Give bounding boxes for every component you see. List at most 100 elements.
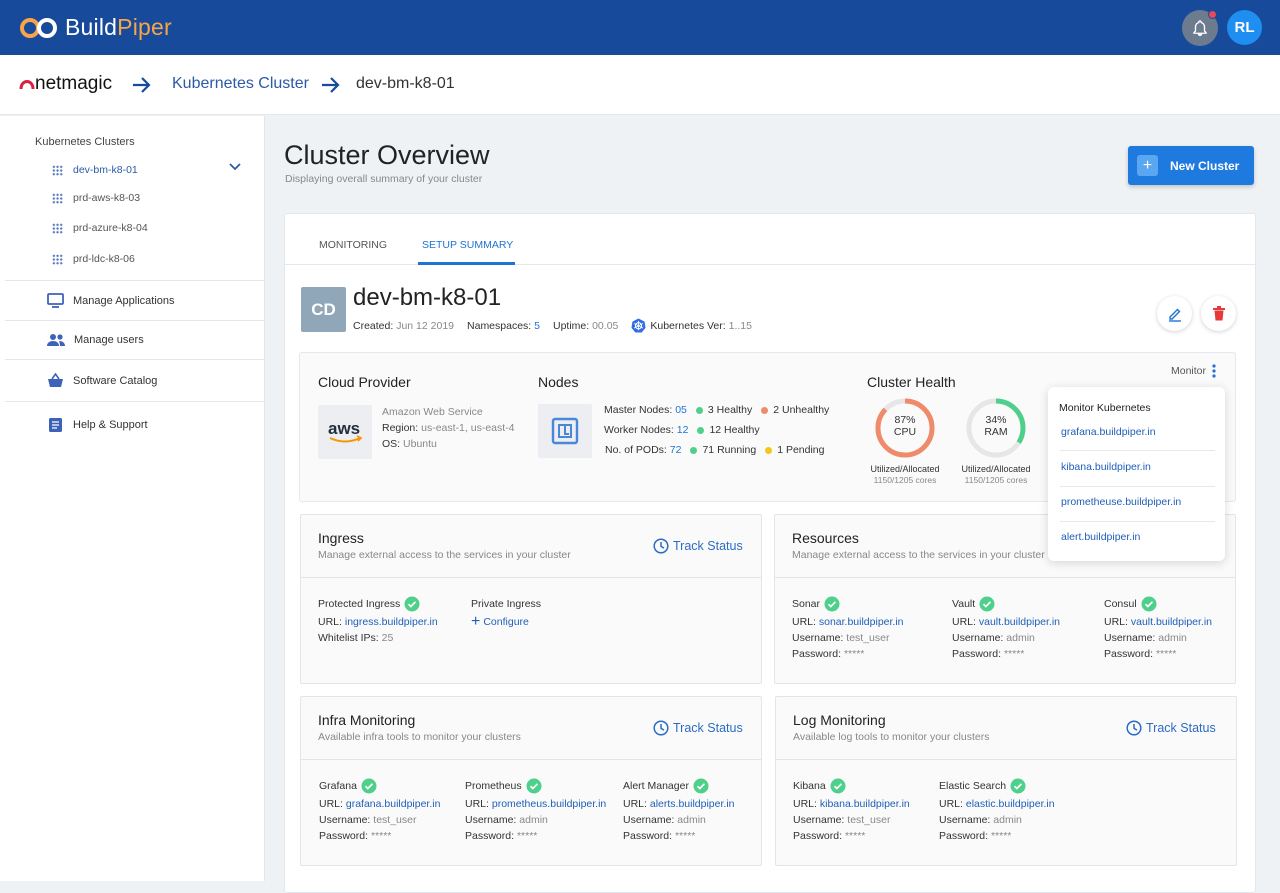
password-value: ***** bbox=[516, 830, 538, 842]
private-ingress: Private Ingress + Configure bbox=[471, 596, 541, 630]
log-track-status-link[interactable]: Track Status bbox=[1126, 720, 1216, 736]
password-value: ***** bbox=[1155, 648, 1177, 660]
resources-title: Resources bbox=[792, 530, 859, 546]
password-label: Password: bbox=[319, 830, 369, 842]
sidebar-cluster-dev-bm-k8-01[interactable]: dev-bm-k8-01 bbox=[52, 164, 138, 176]
sidebar-heading: Kubernetes Clusters bbox=[35, 136, 135, 148]
cpu-percent: 87% bbox=[894, 414, 916, 426]
delete-button[interactable] bbox=[1201, 296, 1236, 331]
sidebar-cluster-prd-aws-k8-03[interactable]: prd-aws-k8-03 bbox=[52, 192, 140, 204]
cluster-meta: Created: Jun 12 2019 Namespaces: 5 Uptim… bbox=[353, 318, 752, 333]
tab-monitoring[interactable]: MONITORING bbox=[319, 239, 387, 251]
username-value: test_user bbox=[846, 632, 890, 644]
new-cluster-label: New Cluster bbox=[1170, 158, 1240, 173]
cpu-gauge: 87% CPU bbox=[874, 397, 936, 459]
netmagic-logo[interactable]: netmagic bbox=[19, 73, 112, 95]
tool-url-link[interactable]: prometheus.buildpiper.in bbox=[492, 798, 606, 810]
breadcrumb-link-kubernetes-cluster[interactable]: Kubernetes Cluster bbox=[172, 75, 309, 93]
tool-url-link[interactable]: alerts.buildpiper.in bbox=[650, 798, 735, 810]
edit-button[interactable] bbox=[1157, 296, 1192, 331]
url-label: URL: bbox=[318, 616, 342, 628]
logo-text-piper: Piper bbox=[117, 14, 172, 40]
grid-icon bbox=[52, 222, 63, 234]
sidebar-cluster-prd-azure-k8-04[interactable]: prd-azure-k8-04 bbox=[52, 222, 148, 234]
worker-healthy: 12 Healthy bbox=[709, 424, 760, 436]
healthy-dot bbox=[695, 406, 703, 414]
sidebar-cluster-prd-ldc-k8-06[interactable]: prd-ldc-k8-06 bbox=[52, 253, 135, 265]
pods-label: No. of PODs: bbox=[605, 444, 667, 456]
master-label: Master Nodes: bbox=[604, 404, 673, 416]
sidebar-item-software-catalog[interactable]: Software Catalog bbox=[47, 373, 157, 388]
username-label: Username: bbox=[792, 632, 844, 644]
check-circle-icon bbox=[361, 778, 377, 794]
ram-label: RAM bbox=[984, 426, 1008, 438]
url-label: URL: bbox=[939, 798, 963, 810]
username-value: test_user bbox=[847, 814, 891, 826]
password-value: ***** bbox=[674, 830, 696, 842]
ingress-url-link[interactable]: ingress.buildpiper.in bbox=[345, 616, 438, 628]
monitor-menu-button[interactable]: Monitor bbox=[1171, 364, 1216, 378]
page-subtitle: Displaying overall summary of your clust… bbox=[285, 173, 483, 185]
infra-subtitle: Available infra tools to monitor your cl… bbox=[318, 731, 521, 743]
password-label: Password: bbox=[939, 830, 989, 842]
divider bbox=[5, 359, 265, 360]
uptime-label: Uptime: bbox=[552, 319, 590, 332]
log-elastic-search: Elastic Search URL: elastic.buildpiper.i… bbox=[939, 778, 1055, 844]
cluster-name: dev-bm-k8-01 bbox=[353, 284, 502, 311]
configure-button[interactable]: + Configure bbox=[471, 614, 541, 630]
tool-url-link[interactable]: elastic.buildpiper.in bbox=[966, 798, 1055, 810]
track-status-label: Track Status bbox=[673, 721, 743, 735]
tab-setup-summary[interactable]: SETUP SUMMARY bbox=[422, 239, 513, 251]
pods-count[interactable]: 72 bbox=[670, 444, 682, 456]
chevron-down-icon[interactable] bbox=[228, 162, 242, 171]
worker-count[interactable]: 12 bbox=[677, 424, 689, 436]
username-value: admin bbox=[677, 814, 706, 826]
clock-icon bbox=[653, 720, 669, 736]
ram-cores: 1150/1205 cores bbox=[964, 475, 1028, 485]
tool-url-link[interactable]: kibana.buildpiper.in bbox=[820, 798, 910, 810]
infra-track-status-link[interactable]: Track Status bbox=[653, 720, 743, 736]
sidebar-item-help-support[interactable]: Help & Support bbox=[47, 417, 148, 433]
username-value: test_user bbox=[373, 814, 417, 826]
resource-sonar: Sonar URL: sonar.buildpiper.in Username:… bbox=[792, 596, 904, 662]
url-label: URL: bbox=[623, 798, 647, 810]
username-value: admin bbox=[993, 814, 1022, 826]
popover-link-grafana[interactable]: grafana.buildpiper.in bbox=[1061, 426, 1156, 438]
master-count[interactable]: 05 bbox=[675, 404, 687, 416]
password-label: Password: bbox=[623, 830, 673, 842]
k8s-version-value: 1..15 bbox=[728, 319, 752, 332]
tool-url-link[interactable]: sonar.buildpiper.in bbox=[819, 616, 904, 628]
password-label: Password: bbox=[465, 830, 515, 842]
infra-title: Infra Monitoring bbox=[318, 712, 416, 728]
username-label: Username: bbox=[939, 814, 991, 826]
worker-nodes-row: Worker Nodes: 12 12 Healthy bbox=[604, 424, 760, 436]
whitelist-label: Whitelist IPs: bbox=[318, 632, 379, 644]
namespaces-value[interactable]: 5 bbox=[534, 320, 540, 332]
arrow-right-icon bbox=[133, 77, 151, 93]
user-avatar[interactable]: RL bbox=[1227, 10, 1262, 45]
sidebar-item-manage-applications[interactable]: Manage Applications bbox=[47, 293, 175, 308]
logo-text-build: Build bbox=[65, 14, 118, 40]
brand-text: netmagic bbox=[35, 73, 113, 94]
cluster-label: prd-aws-k8-03 bbox=[73, 192, 141, 204]
password-value: ***** bbox=[990, 830, 1012, 842]
username-label: Username: bbox=[465, 814, 517, 826]
tool-url-link[interactable]: vault.buildpiper.in bbox=[979, 616, 1060, 628]
tool-url-link[interactable]: vault.buildpiper.in bbox=[1131, 616, 1212, 628]
divider bbox=[5, 280, 265, 281]
check-circle-icon bbox=[979, 596, 995, 612]
popover-link-kibana[interactable]: kibana.buildpiper.in bbox=[1061, 461, 1151, 473]
url-label: URL: bbox=[792, 616, 816, 628]
popover-link-alert[interactable]: alert.buildpiper.in bbox=[1061, 531, 1140, 543]
monitor-icon bbox=[47, 293, 64, 308]
ingress-panel: Ingress Manage external access to the se… bbox=[300, 514, 762, 684]
monitor-kubernetes-popover: Monitor Kubernetes grafana.buildpiper.in… bbox=[1048, 387, 1225, 561]
ingress-track-status-link[interactable]: Track Status bbox=[653, 538, 743, 554]
kubernetes-icon bbox=[631, 318, 646, 333]
username-value: admin bbox=[1006, 632, 1035, 644]
tool-url-link[interactable]: grafana.buildpiper.in bbox=[346, 798, 441, 810]
sidebar-item-manage-users[interactable]: Manage users bbox=[47, 333, 144, 346]
new-cluster-button[interactable]: + New Cluster bbox=[1128, 146, 1254, 185]
popover-link-prometheus[interactable]: prometheuse.buildpiper.in bbox=[1061, 496, 1181, 508]
buildpiper-logo[interactable]: BuildPiper bbox=[20, 14, 172, 41]
